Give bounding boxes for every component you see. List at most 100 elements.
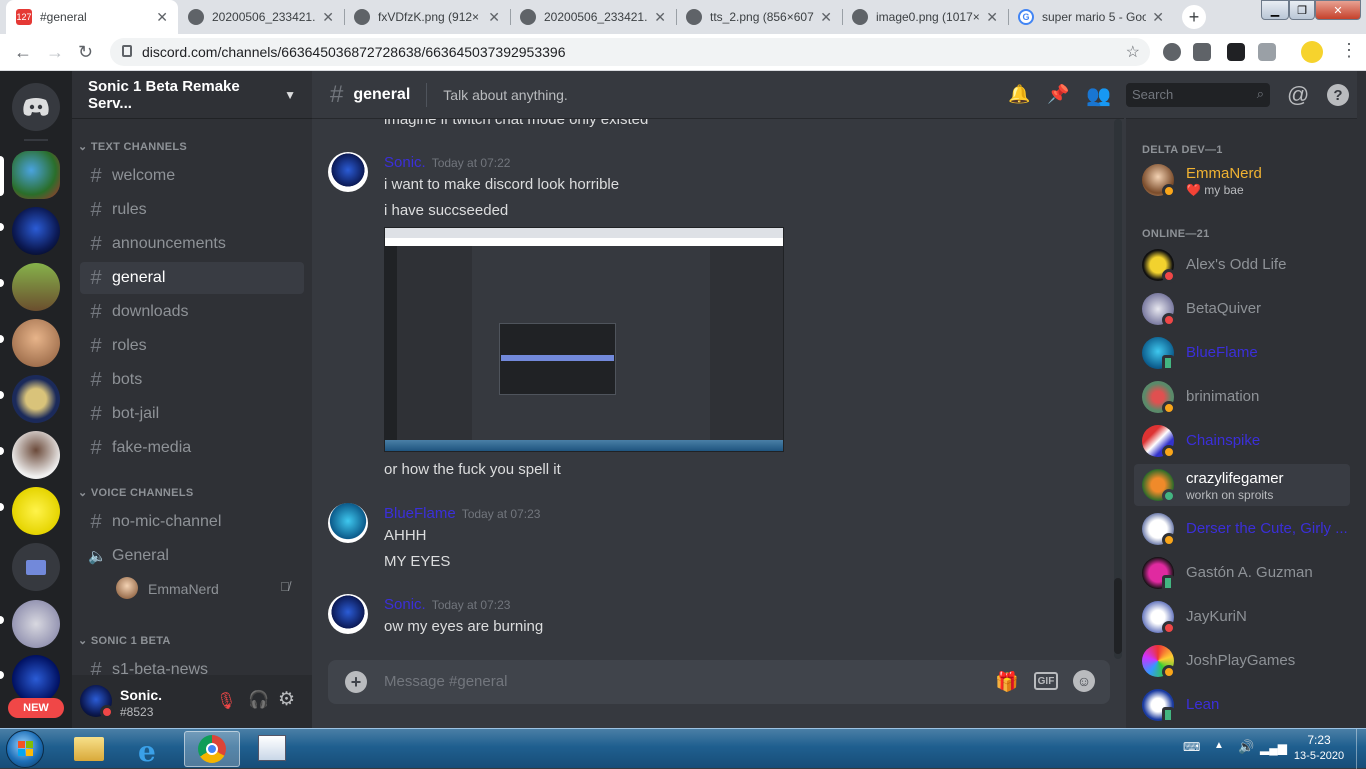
bookmark-star-icon[interactable]: ☆ [1126, 42, 1140, 62]
close-window-button[interactable]: ✕ [1315, 0, 1361, 20]
close-tab-icon[interactable]: ✕ [654, 9, 666, 26]
start-button[interactable] [6, 730, 44, 768]
notification-bell-icon[interactable]: 🔔 [1008, 84, 1030, 105]
paint-icon[interactable] [244, 731, 300, 767]
browser-tab-2[interactable]: 20200506_233421.p ✕ [178, 0, 344, 34]
discord-extension-icon[interactable] [1163, 43, 1181, 61]
network-icon[interactable]: ▂▄▆ [1260, 741, 1287, 755]
author-name[interactable]: Sonic. Today at 07:22 [384, 154, 510, 171]
server-bugs[interactable] [12, 600, 60, 648]
scrollbar-thumb[interactable] [1114, 578, 1122, 654]
extension-icon[interactable] [1193, 43, 1211, 61]
author-avatar[interactable] [328, 503, 368, 543]
server-sonic-beta[interactable] [12, 151, 60, 199]
forward-icon[interactable]: → [46, 42, 64, 63]
member-jaykurin[interactable]: JayKuriN [1134, 596, 1350, 638]
server-seal[interactable] [12, 375, 60, 423]
gif-button[interactable]: GIF [1034, 672, 1058, 690]
volume-icon[interactable]: 🔊 [1238, 739, 1254, 755]
channel-welcome[interactable]: # welcome [80, 160, 304, 192]
server-minecraft[interactable] [12, 263, 60, 311]
close-tab-icon[interactable]: ✕ [1152, 9, 1164, 26]
server-avatar[interactable] [12, 319, 60, 367]
channel-rules[interactable]: # rules [80, 194, 304, 226]
member-scrollbar[interactable] [1357, 71, 1366, 728]
browser-tab-7[interactable]: G super mario 5 - Goo ✕ [1008, 0, 1174, 34]
author-name[interactable]: Sonic. Today at 07:23 [384, 596, 510, 613]
profile-avatar[interactable] [1301, 41, 1323, 63]
file-explorer-icon[interactable] [62, 731, 118, 767]
keyboard-icon[interactable]: ⌨ [1183, 740, 1200, 754]
back-icon[interactable]: ← [14, 42, 32, 63]
member-emmanerd[interactable]: EmmaNerd ❤️ my bae [1134, 159, 1350, 201]
pin-icon[interactable]: 📌 [1047, 84, 1069, 105]
author-name[interactable]: BlueFlame Today at 07:23 [384, 505, 540, 522]
browser-tab-5[interactable]: tts_2.png (856×607 ✕ [676, 0, 842, 34]
browser-tab-4[interactable]: 20200506_233421.p ✕ [510, 0, 676, 34]
author-avatar[interactable] [328, 152, 368, 192]
member-betaquiver[interactable]: BetaQuiver [1134, 288, 1350, 330]
member-list-icon[interactable]: 👥 [1086, 83, 1111, 108]
discord-home-button[interactable] [12, 83, 60, 131]
extension-icon[interactable] [1258, 43, 1276, 61]
channel-no-mic-channel[interactable]: # no-mic-channel [80, 506, 304, 538]
member-derser[interactable]: Derser the Cute, Girly ... [1134, 508, 1350, 550]
emoji-icon[interactable]: ☺ [1073, 670, 1095, 692]
extension-icon[interactable] [1227, 43, 1245, 61]
member-chainspike[interactable]: Chainspike [1134, 420, 1350, 462]
channel-roles[interactable]: # roles [80, 330, 304, 362]
server-portrait[interactable] [12, 431, 60, 479]
member-lean[interactable]: Lean [1134, 684, 1350, 726]
browser-tab-3[interactable]: fxVDfzK.png (912× ✕ [344, 0, 510, 34]
server-header[interactable]: Sonic 1 Beta Remake Serv... ▼ [72, 71, 312, 119]
gift-icon[interactable]: 🎁 [995, 670, 1019, 694]
minimize-button[interactable]: ▁ [1261, 0, 1289, 20]
chrome-taskbar-button[interactable] [184, 731, 240, 767]
clock-time[interactable]: 7:23 [1290, 733, 1348, 747]
help-icon[interactable]: ? [1327, 84, 1349, 106]
server-sonic[interactable] [12, 207, 60, 255]
new-tab-button[interactable]: + [1182, 5, 1206, 29]
channel-bot-jail[interactable]: # bot-jail [80, 398, 304, 430]
maximize-button[interactable]: ❐ [1289, 0, 1315, 20]
show-desktop-button[interactable] [1356, 729, 1366, 769]
voice-channel-general[interactable]: 🔈 General [80, 540, 304, 572]
author-avatar[interactable] [328, 594, 368, 634]
channel-fake-media[interactable]: # fake-media [80, 432, 304, 464]
mute-icon[interactable]: 🎙 [216, 691, 236, 711]
channel-announcements[interactable]: # announcements [80, 228, 304, 260]
server-folder[interactable] [12, 543, 60, 591]
reload-icon[interactable]: ↻ [78, 42, 93, 63]
browser-tab-6[interactable]: image0.png (1017× ✕ [842, 0, 1008, 34]
settings-gear-icon[interactable]: ⚙ [278, 688, 295, 711]
upload-plus-icon[interactable]: + [345, 671, 367, 693]
clock-date[interactable]: 13-5-2020 [1286, 750, 1352, 762]
channel-downloads[interactable]: # downloads [80, 296, 304, 328]
browser-tab-general[interactable]: 127 #general ✕ [6, 0, 178, 34]
server-yellow[interactable] [12, 487, 60, 535]
internet-explorer-icon[interactable]: e [124, 731, 180, 768]
channel-bots[interactable]: # bots [80, 364, 304, 396]
more-menu-icon[interactable]: ⋮ [1340, 40, 1358, 61]
member-alexs-odd-life[interactable]: Alex's Odd Life [1134, 244, 1350, 286]
category-text-channels[interactable]: ⌄ TEXT CHANNELS [78, 140, 187, 153]
category-voice-channels[interactable]: ⌄ VOICE CHANNELS [78, 486, 193, 499]
member-crazylifegamer[interactable]: crazylifegamer workn on sproits [1134, 464, 1350, 506]
member-brinimation[interactable]: brinimation [1134, 376, 1350, 418]
channel-general[interactable]: # general [80, 262, 304, 294]
close-tab-icon[interactable]: ✕ [488, 9, 500, 26]
close-tab-icon[interactable]: ✕ [820, 9, 832, 26]
voice-user-name[interactable]: EmmaNerd [148, 581, 219, 597]
mentions-icon[interactable]: @ [1287, 82, 1309, 108]
headphones-icon[interactable]: 🎧 [248, 690, 269, 710]
close-tab-icon[interactable]: ✕ [322, 9, 334, 26]
show-hidden-icons[interactable]: ▲ [1214, 740, 1224, 751]
server-sonic-2[interactable] [12, 655, 60, 703]
search-input[interactable]: Search ⌕ [1126, 83, 1270, 107]
close-tab-icon[interactable]: ✕ [986, 9, 998, 26]
close-tab-icon[interactable]: ✕ [156, 9, 168, 26]
member-joshplaygames[interactable]: JoshPlayGames [1134, 640, 1350, 682]
category-sonic-1-beta[interactable]: ⌄ SONIC 1 BETA [78, 634, 171, 647]
member-blueflame[interactable]: BlueFlame [1134, 332, 1350, 374]
address-bar[interactable]: discord.com/channels/663645036872728638/… [110, 38, 1150, 66]
